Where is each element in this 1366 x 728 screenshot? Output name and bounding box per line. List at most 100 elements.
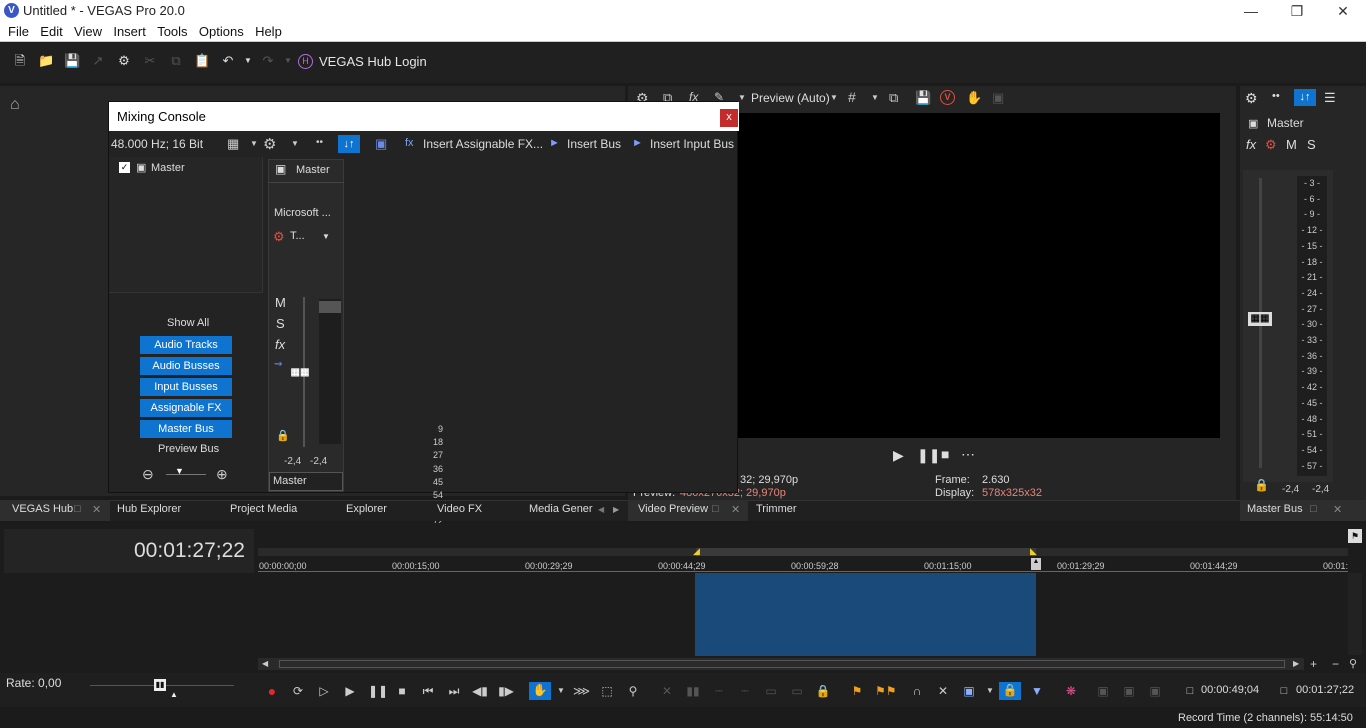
marker-icon[interactable]: ⚑	[1348, 529, 1362, 543]
split-dropdown-icon[interactable]: ▼	[738, 93, 746, 102]
menu-file[interactable]: File	[8, 22, 29, 39]
ripple-icon[interactable]: ▭	[789, 683, 805, 699]
audio-tracks-filter-button[interactable]: Audio Tracks	[140, 336, 232, 354]
tab-vegas-hub[interactable]: VEGAS Hub	[12, 503, 73, 518]
channel-output-field[interactable]: Master	[269, 472, 343, 491]
zoom-in-icon[interactable]: ⊕	[216, 466, 228, 483]
tab-master-bus-undock-icon[interactable]: □	[1310, 503, 1317, 518]
channel-fader-handle[interactable]: ▦▦	[285, 367, 315, 381]
home-icon[interactable]: ⌂	[10, 96, 20, 114]
transport-pause-icon[interactable]: ❚❚	[368, 683, 388, 699]
channel-fx-label[interactable]: T...	[290, 230, 305, 242]
record-icon[interactable]: ●	[264, 683, 280, 699]
auto-crossfade-icon[interactable]: ✕	[935, 683, 951, 699]
menu-insert[interactable]: Insert	[113, 22, 146, 39]
render-icon[interactable]: ↗	[90, 53, 106, 69]
monitor-icon[interactable]: ▣	[992, 90, 1004, 106]
cut-icon[interactable]: ✂	[142, 53, 158, 69]
new-file-icon[interactable]: 🗎	[12, 53, 28, 69]
stop-icon[interactable]: ■	[941, 446, 949, 462]
master-lock-icon[interactable]: 🔒	[1254, 478, 1269, 492]
zoom-edit-tool-icon[interactable]: ⚲	[625, 683, 641, 699]
timeline-timecode[interactable]: 00:01:27;22	[134, 539, 245, 563]
master-mute-button[interactable]: M	[1286, 137, 1297, 152]
scroll-right-icon[interactable]: ▶	[1293, 659, 1299, 668]
open-folder-icon[interactable]: 📁	[38, 53, 54, 69]
color-grading-icon[interactable]: ❋	[1063, 683, 1079, 699]
overlays-grid-icon[interactable]: #	[848, 89, 856, 105]
mixer-sliders-icon[interactable]: ☰	[1324, 90, 1336, 106]
master-fx-gear-icon[interactable]: ⚙	[1265, 137, 1277, 153]
close-icon[interactable]: ✕	[1320, 0, 1366, 22]
master-fx-button[interactable]: fx	[1246, 137, 1256, 152]
next-frame-icon[interactable]: ▮▶	[498, 683, 514, 699]
master-tree-checkbox[interactable]: ✓	[119, 162, 130, 173]
master-fader-handle[interactable]: ▦▦	[1248, 312, 1272, 326]
channel-fx-gear-icon[interactable]: ⚙	[273, 229, 285, 245]
menu-tools[interactable]: Tools	[157, 22, 187, 39]
lock-event-icon[interactable]: 🔒	[815, 683, 831, 699]
more-options-icon[interactable]: ⋯	[961, 446, 975, 463]
channel-automation-icon[interactable]: ⇝	[274, 359, 282, 370]
play-from-start-icon[interactable]: ▷	[316, 683, 332, 699]
tab-scroll-right-icon[interactable]: ▶	[613, 505, 619, 520]
audio-busses-filter-button[interactable]: Audio Busses	[140, 357, 232, 375]
tab-video-preview-undock-icon[interactable]: □	[712, 503, 719, 518]
channel-device-label[interactable]: Microsoft ...	[274, 207, 331, 219]
tab-scroll-left-icon[interactable]: ◀	[598, 505, 604, 520]
copy-icon[interactable]: ⧉	[168, 53, 184, 69]
minimize-icon[interactable]: —	[1228, 0, 1274, 22]
go-to-end-icon[interactable]: ⏭	[446, 683, 462, 699]
downmix-icon[interactable]: ••	[1272, 90, 1280, 102]
transport-play-icon[interactable]: ▶	[342, 683, 358, 699]
assignable-fx-filter-button[interactable]: Assignable FX	[140, 399, 232, 417]
zoom-out-icon[interactable]: ⊖	[142, 466, 154, 483]
menu-edit[interactable]: Edit	[40, 22, 62, 39]
insert-marker-icon[interactable]: ⚑	[849, 683, 865, 699]
vertical-scrollbar[interactable]	[1348, 573, 1362, 655]
tab-video-preview-close-icon[interactable]: ✕	[731, 503, 740, 518]
insert-track-icon[interactable]: ▣	[375, 136, 387, 152]
mixer-settings-dropdown-icon[interactable]: ▼	[291, 139, 299, 148]
previous-frame-icon[interactable]: ◀▮	[472, 683, 488, 699]
loop-playback-icon[interactable]: ⟳	[290, 683, 306, 699]
tab-trimmer[interactable]: Trimmer	[756, 503, 797, 518]
channel-mute-button[interactable]: M	[275, 295, 286, 310]
insert-input-bus-button[interactable]: Insert Input Bus	[650, 137, 734, 151]
tab-close-icon[interactable]: ✕	[92, 503, 101, 518]
preview-bus-button[interactable]: Preview Bus	[158, 443, 219, 455]
view-layout-dropdown-icon[interactable]: ▼	[250, 139, 258, 148]
envelope-tool-icon[interactable]: ⋙	[573, 683, 590, 699]
ripple-edit-icon[interactable]: ▣	[961, 683, 977, 699]
snapping-magnet-icon[interactable]: ∩	[909, 683, 925, 699]
tab-video-fx[interactable]: Video FX	[437, 503, 482, 518]
ripple-dropdown-icon[interactable]: ▼	[982, 683, 998, 699]
insert-assignable-fx-icon[interactable]: fx	[405, 137, 414, 149]
preview-quality-chevron-icon[interactable]: ▼	[830, 93, 838, 102]
group-icon[interactable]: ▣	[1095, 683, 1111, 699]
go-to-start-icon[interactable]: ⏮	[420, 683, 436, 699]
zoom-out-timeline-icon[interactable]: −	[1332, 657, 1339, 671]
split-icon[interactable]: ▭	[763, 683, 779, 699]
save-icon[interactable]: 💾	[64, 53, 80, 69]
master-tree-item[interactable]: Master	[151, 162, 185, 174]
channel-solo-button[interactable]: S	[276, 316, 285, 331]
insert-bus-icon[interactable]: ►	[549, 137, 560, 149]
delete-icon[interactable]: ✕	[659, 683, 675, 699]
scroll-left-icon[interactable]: ◀	[262, 659, 268, 668]
video-preview-screen[interactable]	[738, 113, 1220, 438]
loop-region[interactable]	[696, 548, 1036, 556]
restore-icon[interactable]: ❐	[1274, 0, 1320, 22]
overlays-dropdown-icon[interactable]: ▼	[871, 93, 879, 102]
menu-options[interactable]: Options	[199, 22, 244, 39]
time-selection-region[interactable]	[695, 573, 1036, 656]
master-settings-icon[interactable]: ⚙	[1245, 90, 1258, 107]
normal-edit-tool-icon[interactable]: ✋	[529, 682, 551, 700]
edit-tool-dropdown-icon[interactable]: ▼	[553, 683, 569, 699]
channel-fx-button[interactable]: fx	[275, 337, 285, 352]
insert-assignable-fx-button[interactable]: Insert Assignable FX...	[423, 137, 543, 151]
redo-dropdown-icon[interactable]: ▼	[280, 53, 296, 69]
hand-icon[interactable]: ✋	[966, 90, 982, 106]
ignore-grouping-icon[interactable]: ▼	[1029, 683, 1045, 699]
tab-master-bus-close-icon[interactable]: ✕	[1333, 503, 1342, 518]
